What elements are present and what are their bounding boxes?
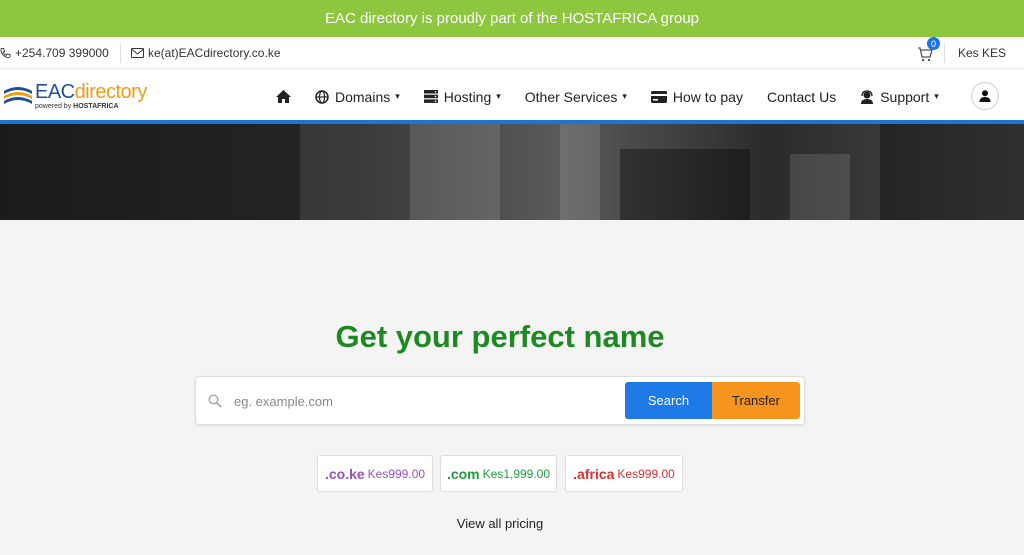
user-icon bbox=[979, 90, 991, 102]
search-button[interactable]: Search bbox=[625, 382, 712, 419]
logo-tagline-b: HOSTAFRICA bbox=[73, 103, 119, 110]
email-address: ke(at)EACdirectory.co.ke bbox=[148, 46, 281, 60]
tld-name: .co.ke bbox=[324, 465, 365, 482]
phone-link[interactable]: +254.709 399000 bbox=[0, 37, 109, 69]
site-logo[interactable]: EACdirectory powered by HOSTAFRICA bbox=[2, 81, 147, 111]
headset-icon bbox=[861, 89, 874, 104]
nav-other-services-label: Other Services bbox=[524, 88, 618, 105]
email-link[interactable]: ke(at)EACdirectory.co.ke bbox=[131, 37, 281, 69]
nav-how-to-pay[interactable]: How to pay bbox=[650, 88, 743, 105]
divider bbox=[120, 43, 121, 63]
globe-icon bbox=[315, 89, 329, 104]
currency-selector[interactable]: Kes KES bbox=[958, 37, 1006, 69]
server-icon bbox=[423, 90, 438, 103]
nav-other-services[interactable]: Other Services ▾ bbox=[525, 89, 627, 105]
nav-domains-label: Domains bbox=[335, 88, 391, 105]
nav-domains[interactable]: Domains ▾ bbox=[315, 89, 400, 105]
account-button[interactable] bbox=[971, 82, 999, 110]
top-contact-bar: +254.709 399000 ke(at)EACdirectory.co.ke… bbox=[0, 37, 1024, 69]
chevron-down-icon: ▾ bbox=[496, 91, 501, 101]
credit-card-icon bbox=[650, 90, 667, 103]
nav-hosting[interactable]: Hosting ▾ bbox=[423, 88, 501, 105]
tld-card-africa[interactable]: .africa Kes999.00 bbox=[565, 455, 683, 492]
promo-banner: EAC directory is proudly part of the HOS… bbox=[0, 0, 1024, 37]
domain-search-section: Get your perfect name Search Transfer .c… bbox=[0, 220, 1024, 555]
home-icon bbox=[276, 90, 291, 103]
nav-how-to-pay-label: How to pay bbox=[672, 88, 743, 105]
nav-support-label: Support bbox=[880, 88, 930, 105]
nav-hosting-label: Hosting bbox=[443, 88, 492, 105]
nav-contact-us-label: Contact Us bbox=[766, 88, 837, 105]
nav-support[interactable]: Support ▾ bbox=[860, 89, 939, 105]
tld-price: Kes999.00 bbox=[367, 466, 426, 481]
hero-image bbox=[0, 124, 1024, 220]
nav-contact-us[interactable]: Contact Us bbox=[767, 89, 836, 105]
tld-price: Kes999.00 bbox=[617, 466, 675, 481]
domain-search-bar: Search Transfer bbox=[195, 376, 805, 425]
chevron-down-icon: ▾ bbox=[395, 91, 400, 101]
page-title: Get your perfect name bbox=[335, 319, 665, 354]
nav-home[interactable] bbox=[276, 90, 291, 103]
tld-card-com[interactable]: .com Kes1,999.00 bbox=[440, 455, 557, 492]
domain-search-input[interactable] bbox=[234, 385, 614, 418]
phone-icon bbox=[0, 47, 11, 59]
chevron-down-icon: ▾ bbox=[622, 91, 627, 101]
main-navbar: EACdirectory powered by HOSTAFRICA Domai… bbox=[0, 69, 1024, 124]
divider bbox=[944, 43, 945, 63]
logo-brand-a: EAC bbox=[35, 81, 75, 103]
nav-menu: Domains ▾ Hosting ▾ Other Services ▾ How… bbox=[276, 69, 963, 124]
cart-button[interactable]: 0 bbox=[917, 37, 940, 63]
promo-banner-text: EAC directory is proudly part of the HOS… bbox=[324, 10, 700, 27]
view-all-pricing-link[interactable]: View all pricing bbox=[0, 516, 1000, 531]
envelope-icon bbox=[131, 48, 144, 58]
transfer-button[interactable]: Transfer bbox=[712, 382, 800, 419]
logo-tagline: powered by HOSTAFRICA bbox=[35, 103, 147, 110]
tld-name: .africa bbox=[573, 465, 615, 482]
tld-price: Kes1,999.00 bbox=[482, 466, 551, 481]
tld-card-co-ke[interactable]: .co.ke Kes999.00 bbox=[317, 455, 433, 492]
currency-label: Kes KES bbox=[958, 46, 1007, 60]
logo-brand-b: directory bbox=[74, 81, 148, 103]
logo-mark-icon bbox=[4, 87, 32, 104]
phone-number: +254.709 399000 bbox=[15, 46, 109, 60]
chevron-down-icon: ▾ bbox=[934, 91, 939, 101]
logo-wordmark: EACdirectory bbox=[35, 82, 147, 102]
tld-name: .com bbox=[446, 465, 480, 482]
cart-count-badge: 0 bbox=[927, 37, 940, 50]
search-icon bbox=[208, 394, 222, 408]
logo-tagline-a: powered by bbox=[35, 103, 74, 110]
